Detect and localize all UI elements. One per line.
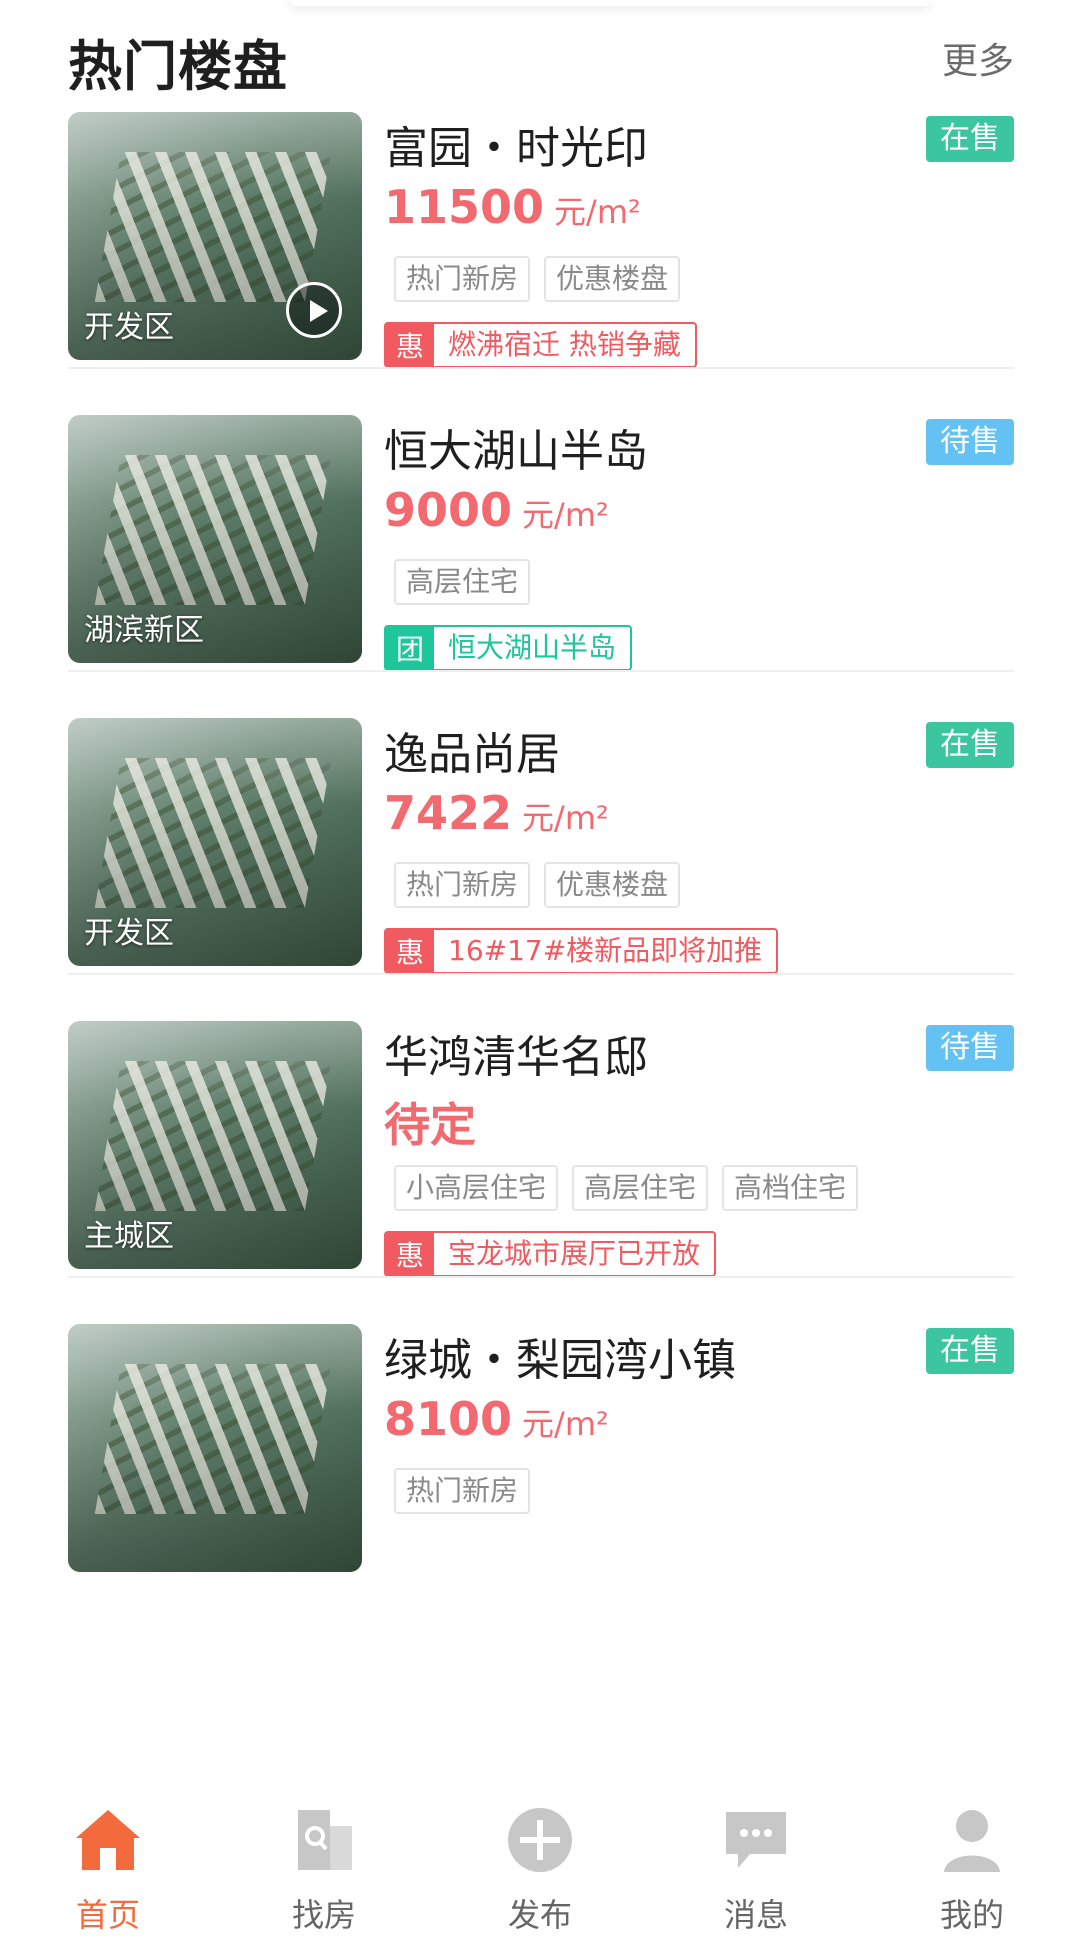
home-icon xyxy=(76,1810,140,1870)
tab-home[interactable]: 首页 xyxy=(0,1790,216,1939)
tag-list: 小高层住宅 高层住宅 高档住宅 xyxy=(394,1165,859,1211)
tag-list: 高层住宅 xyxy=(394,559,531,605)
price-unit: 元/m² xyxy=(522,496,609,534)
listing-card[interactable]: 湖滨新区 恒大湖山半岛 待售 9000 元/m² 高层住宅 团 恒大湖山半岛 xyxy=(68,415,1014,705)
promo-text: 燃沸宿迁 热销争藏 xyxy=(448,328,681,361)
price-unit: 元/m² xyxy=(554,193,641,231)
price: 7422 元/m² xyxy=(384,786,609,840)
tab-label: 首页 xyxy=(75,1896,140,1934)
tab-label: 发布 xyxy=(507,1896,572,1934)
status-badge: 待售 xyxy=(926,419,1014,465)
tag: 高档住宅 xyxy=(722,1165,859,1211)
section-header: 热门楼盘 更多 xyxy=(68,22,1014,98)
listing-scroll-area[interactable]: 热门楼盘 更多 开发区 富园・时光印 在售 11500 元/m² 热门新房 优惠楼… xyxy=(0,0,1080,1790)
tab-label: 找房 xyxy=(291,1896,356,1934)
tag: 高层住宅 xyxy=(394,559,531,605)
price-amount: 11500 xyxy=(384,180,545,234)
tab-find-house[interactable]: 找房 xyxy=(216,1790,432,1939)
status-badge: 在售 xyxy=(926,1328,1014,1374)
tag: 热门新房 xyxy=(394,256,531,302)
tag: 优惠楼盘 xyxy=(544,862,681,908)
tag-list: 热门新房 xyxy=(394,1468,531,1514)
play-video-icon[interactable] xyxy=(286,282,342,338)
listing-card[interactable]: 开发区 富园・时光印 在售 11500 元/m² 热门新房 优惠楼盘 惠 燃沸宿迁… xyxy=(68,112,1014,402)
listing-card[interactable]: 开发区 逸品尚居 在售 7422 元/m² 热门新房 优惠楼盘 惠 16#17#楼… xyxy=(68,718,1014,1008)
promo-banner[interactable]: 惠 16#17#楼新品即将加推 xyxy=(384,928,779,974)
promo-banner[interactable]: 惠 燃沸宿迁 热销争藏 xyxy=(384,322,697,368)
tag: 热门新房 xyxy=(394,862,531,908)
property-name: 逸品尚居 xyxy=(384,729,560,780)
district-label: 开发区 xyxy=(84,916,174,951)
property-name: 富园・时光印 xyxy=(384,123,648,174)
tab-label: 我的 xyxy=(939,1896,1004,1934)
tab-publish[interactable]: 发布 xyxy=(432,1790,648,1939)
district-label: 主城区 xyxy=(84,1219,174,1254)
property-thumbnail[interactable] xyxy=(68,1324,362,1572)
divider xyxy=(68,670,1014,672)
promo-text: 16#17#楼新品即将加推 xyxy=(448,934,763,967)
district-label: 湖滨新区 xyxy=(84,613,204,648)
status-badge: 待售 xyxy=(926,1025,1014,1071)
promo-mark: 惠 xyxy=(386,324,434,366)
price: 9000 元/m² xyxy=(384,483,609,537)
status-badge: 在售 xyxy=(926,116,1014,162)
tag: 热门新房 xyxy=(394,1468,531,1514)
property-name: 绿城・梨园湾小镇 xyxy=(384,1335,736,1386)
user-icon xyxy=(944,1810,1000,1872)
bottom-tab-bar: 首页 找房 发布 消息 我的 xyxy=(0,1790,1080,1939)
status-badge: 在售 xyxy=(926,722,1014,768)
promo-mark: 团 xyxy=(386,627,434,669)
price-amount: 9000 xyxy=(384,483,513,537)
divider xyxy=(68,367,1014,369)
tab-mine[interactable]: 我的 xyxy=(864,1790,1080,1939)
tab-messages[interactable]: 消息 xyxy=(648,1790,864,1939)
listing-card[interactable]: 主城区 华鸿清华名邸 待售 待定 小高层住宅 高层住宅 高档住宅 惠 宝龙城市展… xyxy=(68,1021,1014,1311)
more-link[interactable]: 更多 xyxy=(942,32,1014,84)
tag-list: 热门新房 优惠楼盘 xyxy=(394,862,681,908)
section-title: 热门楼盘 xyxy=(68,35,288,98)
plus-circle-icon xyxy=(508,1808,572,1872)
property-thumbnail[interactable]: 开发区 xyxy=(68,112,362,360)
building-search-icon xyxy=(298,1810,352,1870)
property-name: 恒大湖山半岛 xyxy=(384,426,648,477)
property-name: 华鸿清华名邸 xyxy=(384,1032,648,1083)
price-amount: 待定 xyxy=(384,1098,476,1152)
promo-mark: 惠 xyxy=(386,930,434,972)
price: 8100 元/m² xyxy=(384,1392,609,1446)
tag: 优惠楼盘 xyxy=(544,256,681,302)
price-unit: 元/m² xyxy=(522,1405,609,1443)
chat-bubble-icon xyxy=(726,1812,786,1868)
price-unit: 元/m² xyxy=(522,799,609,837)
price-amount: 7422 xyxy=(384,786,513,840)
price-amount: 8100 xyxy=(384,1392,513,1446)
divider xyxy=(68,973,1014,975)
district-label: 开发区 xyxy=(84,310,174,345)
promo-mark: 惠 xyxy=(386,1233,434,1275)
property-thumbnail[interactable]: 湖滨新区 xyxy=(68,415,362,663)
price: 11500 元/m² xyxy=(384,180,641,234)
promo-text: 宝龙城市展厅已开放 xyxy=(448,1237,701,1270)
property-thumbnail[interactable]: 主城区 xyxy=(68,1021,362,1269)
promo-banner[interactable]: 团 恒大湖山半岛 xyxy=(384,625,633,671)
promo-banner[interactable]: 惠 宝龙城市展厅已开放 xyxy=(384,1231,717,1277)
tag-list: 热门新房 优惠楼盘 xyxy=(394,256,681,302)
divider xyxy=(68,1276,1014,1278)
listing-card[interactable]: 绿城・梨园湾小镇 在售 8100 元/m² 热门新房 xyxy=(68,1324,1014,1614)
tag: 高层住宅 xyxy=(572,1165,709,1211)
tag: 小高层住宅 xyxy=(394,1165,559,1211)
property-thumbnail[interactable]: 开发区 xyxy=(68,718,362,966)
promo-text: 恒大湖山半岛 xyxy=(448,631,617,664)
price: 待定 xyxy=(384,1089,486,1155)
tab-label: 消息 xyxy=(723,1896,788,1934)
